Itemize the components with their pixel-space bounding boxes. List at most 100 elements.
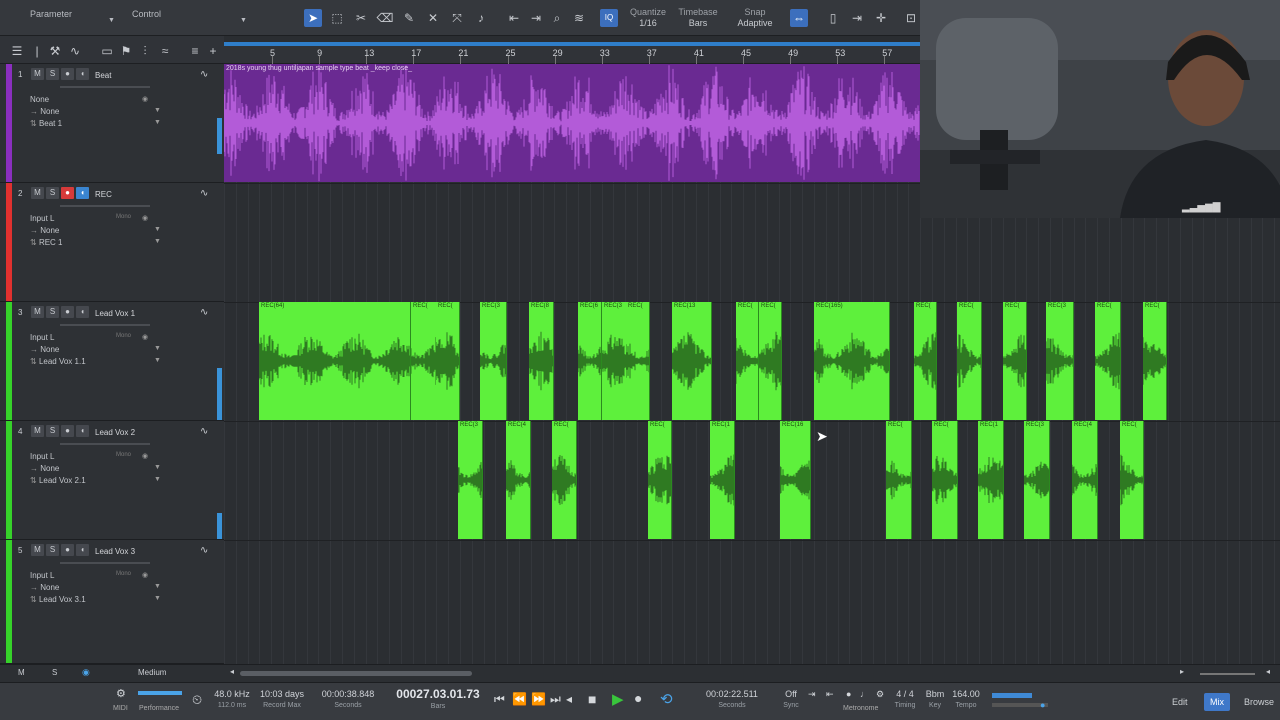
midi-icon[interactable]: ⚙ xyxy=(116,687,126,700)
record-icon[interactable]: ● xyxy=(634,690,642,706)
listen-tool-icon[interactable]: ♪ xyxy=(472,9,490,27)
audio-clip-lead-vox-1[interactable]: REC(8 xyxy=(529,302,554,420)
volume-fader[interactable] xyxy=(60,324,150,326)
input-selector[interactable]: Input L Mono ◉ xyxy=(30,333,148,342)
audio-clip-lead-vox-2[interactable]: REC(1 xyxy=(710,421,735,539)
playlist-selector[interactable]: ⇅ Lead Vox 1.1 ▼ xyxy=(30,357,161,366)
seconds-display[interactable]: 00:00:38.848 Seconds xyxy=(318,689,378,711)
stop-icon[interactable]: ■ xyxy=(588,691,596,707)
mute-button[interactable]: M xyxy=(31,544,44,556)
audio-clip-lead-vox-1[interactable]: REC( xyxy=(957,302,982,420)
output-selector[interactable]: → None ▼ xyxy=(30,464,161,473)
mixer-icon[interactable]: ⫶ xyxy=(136,42,154,60)
chevron-down-icon[interactable]: ▼ xyxy=(154,476,161,483)
timing-display[interactable]: 4 / 4 Timing xyxy=(892,689,918,711)
solo-button[interactable]: S xyxy=(46,425,59,437)
input-selector[interactable]: Input L Mono ◉ xyxy=(30,214,148,223)
track-header-1[interactable]: 1 M S ● ◖ Beat ∿ None ◉ → None ▼ ⇅ Beat … xyxy=(0,64,224,183)
metronome-icon[interactable]: ♩ xyxy=(860,689,869,699)
audio-clip-lead-vox-2[interactable]: REC( xyxy=(552,421,577,539)
monitor-button[interactable]: ◖ xyxy=(76,544,89,556)
record-arm-button[interactable]: ● xyxy=(61,306,74,318)
solo-button[interactable]: S xyxy=(46,187,59,199)
output-selector[interactable]: → None ▼ xyxy=(30,226,161,235)
solo-button[interactable]: S xyxy=(46,544,59,556)
audio-clip-lead-vox-1[interactable]: REC(3 xyxy=(480,302,507,420)
audio-clip-lead-vox-2[interactable]: REC(1 xyxy=(978,421,1004,539)
chevron-down-icon[interactable]: ▼ xyxy=(154,119,161,126)
input-selector[interactable]: None ◉ xyxy=(30,95,148,104)
audio-clip-lead-vox-1[interactable]: REC(6 xyxy=(578,302,602,420)
chevron-down-icon[interactable]: ▼ xyxy=(154,226,161,233)
zoom-handle-icon[interactable]: ◂ xyxy=(1266,667,1270,676)
track-header-4[interactable]: 4 M S ● ◖ Lead Vox 2 ∿ Input L Mono ◉ → … xyxy=(0,421,224,540)
mute-button[interactable]: M xyxy=(31,306,44,318)
automation-icon[interactable]: ∿ xyxy=(200,545,208,556)
fast-forward-icon[interactable]: ⏩ xyxy=(531,692,546,706)
key-display[interactable]: Bbm Key xyxy=(922,689,948,711)
audio-clip-lead-vox-1[interactable]: REC(13 xyxy=(672,302,712,420)
audio-clip-lead-vox-1[interactable]: REC( xyxy=(436,302,460,420)
playlist-selector[interactable]: ⇅ Lead Vox 2.1 ▼ xyxy=(30,476,161,485)
mute-button[interactable]: M xyxy=(31,187,44,199)
zoom-icon[interactable]: ⌕ xyxy=(548,9,566,27)
autopunch-icon[interactable]: ⇤ xyxy=(826,689,834,700)
click-settings-icon[interactable]: ⚙ xyxy=(876,689,884,700)
monitor-button[interactable]: ◖ xyxy=(76,187,89,199)
inspector-icon[interactable]: | xyxy=(28,42,46,60)
footer-solo-button[interactable]: S xyxy=(52,668,57,677)
audio-clip-lead-vox-2[interactable]: REC( xyxy=(932,421,958,539)
tools-icon[interactable]: ⚒ xyxy=(46,42,64,60)
chevron-down-icon[interactable]: ▼ xyxy=(154,107,161,114)
expand-icon[interactable]: ⇥ xyxy=(848,9,866,27)
track-name[interactable]: Lead Vox 2 xyxy=(95,428,135,437)
audio-clip-lead-vox-1[interactable]: REC( xyxy=(1143,302,1167,420)
volume-fader[interactable] xyxy=(60,205,150,207)
paint-tool-icon[interactable]: ✎ xyxy=(400,9,418,27)
audio-clip-lead-vox-2[interactable]: REC(3 xyxy=(1024,421,1050,539)
monitor-button[interactable]: ◖ xyxy=(76,68,89,80)
mute-button[interactable]: M xyxy=(31,68,44,80)
folder-icon[interactable]: ▭ xyxy=(98,42,116,60)
audio-clip-lead-vox-2[interactable]: REC( xyxy=(648,421,672,539)
audio-clip-lead-vox-1[interactable]: REC(3 xyxy=(1046,302,1074,420)
record-arm-button[interactable]: ● xyxy=(61,425,74,437)
list-icon[interactable]: ≡ xyxy=(186,42,204,60)
audio-clip-lead-vox-1[interactable]: REC( xyxy=(626,302,650,420)
chevron-down-icon[interactable]: ▼ xyxy=(154,357,161,364)
audio-clip-lead-vox-1[interactable]: REC(3 xyxy=(602,302,627,420)
track-header-5[interactable]: 5 M S ● ◖ Lead Vox 3 ∿ Input L Mono ◉ → … xyxy=(0,540,224,664)
loop-range-bar[interactable] xyxy=(224,42,920,46)
output-selector[interactable]: → None ▼ xyxy=(30,107,161,116)
playlist-selector[interactable]: ⇅ Beat 1 ▼ xyxy=(30,119,161,128)
chevron-down-icon[interactable]: ▼ xyxy=(154,595,161,602)
loop-icon[interactable]: ⟲ xyxy=(660,690,673,708)
audio-clip-lead-vox-2[interactable]: REC(4 xyxy=(506,421,531,539)
audio-clip-lead-vox-2[interactable]: REC(3 xyxy=(458,421,483,539)
audio-clip-lead-vox-2[interactable]: REC( xyxy=(1120,421,1144,539)
automation-icon[interactable]: ∿ xyxy=(200,69,208,80)
playlist-selector[interactable]: ⇅ Lead Vox 3.1 ▼ xyxy=(30,595,161,604)
browse-button[interactable]: Browse xyxy=(1238,693,1280,711)
track-name[interactable]: REC xyxy=(95,190,112,199)
edit-button[interactable]: Edit xyxy=(1166,693,1194,711)
scroll-right-icon[interactable]: ▸ xyxy=(1180,667,1184,676)
track-header-3[interactable]: 3 M S ● ◖ Lead Vox 1 ∿ Input L Mono ◉ → … xyxy=(0,302,224,421)
record-arm-button[interactable]: ● xyxy=(61,544,74,556)
sync-display[interactable]: Off Sync xyxy=(778,689,804,711)
snap-toggle-icon[interactable]: ⇔ xyxy=(790,9,808,27)
mute-tool-icon[interactable]: ✕ xyxy=(424,9,442,27)
volume-fader[interactable] xyxy=(60,86,150,88)
input-selector[interactable]: Input L Mono ◉ xyxy=(30,452,148,461)
bars-display[interactable]: 00027.03.01.73 Bars xyxy=(390,688,486,712)
audio-clip-lead-vox-2[interactable]: REC( xyxy=(886,421,912,539)
footer-monitor-icon[interactable]: ◉ xyxy=(82,667,90,678)
eraser-tool-icon[interactable]: ⌫ xyxy=(376,9,394,27)
monitor-icon[interactable]: ◉ xyxy=(142,333,148,341)
output-selector[interactable]: → None ▼ xyxy=(30,345,161,354)
flag-icon[interactable]: ⚑ xyxy=(117,42,135,60)
parameter-dropdown-icon[interactable]: ▼ xyxy=(108,17,115,24)
monitor-button[interactable]: ◖ xyxy=(76,306,89,318)
iq-button[interactable]: IQ xyxy=(600,9,618,27)
track-name[interactable]: Lead Vox 1 xyxy=(95,309,135,318)
